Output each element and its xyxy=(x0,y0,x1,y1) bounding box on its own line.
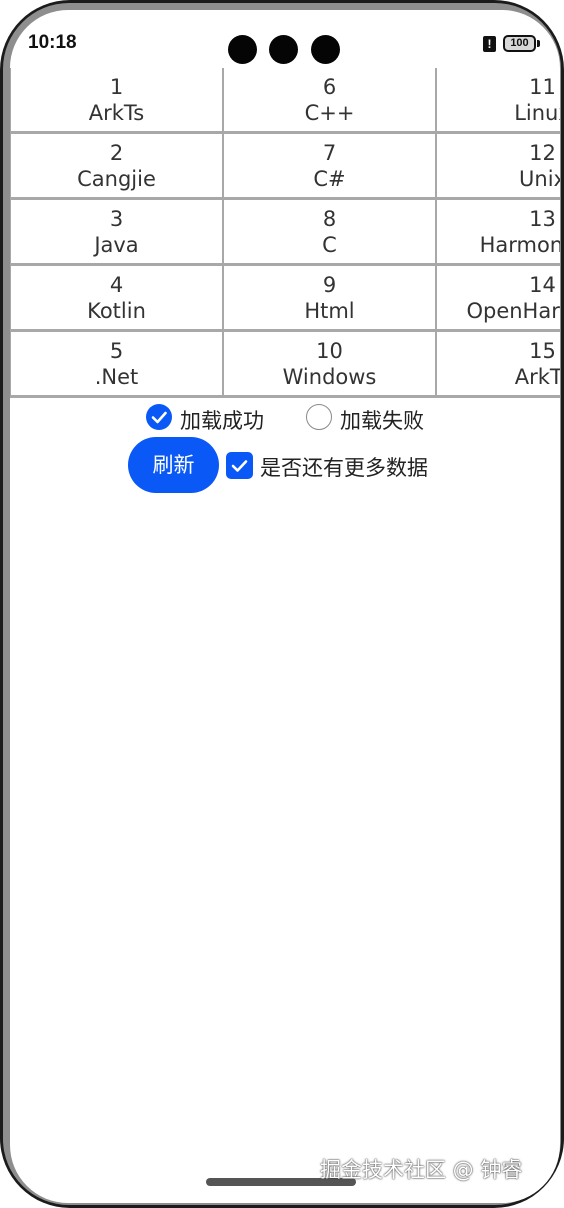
watermark-text: 掘金技术社区 @ 钟睿 xyxy=(320,1158,523,1182)
grid-item-label: ArkTs xyxy=(514,365,560,389)
grid-item[interactable]: 15ArkTs xyxy=(437,332,560,395)
action-row: 刷新 是否还有更多数据 xyxy=(10,437,560,495)
load-fail-label[interactable]: 加载失败 xyxy=(340,405,424,435)
grid-item-label: HarmonyOS xyxy=(479,233,560,257)
battery-icon: 100 xyxy=(503,35,536,52)
load-success-label[interactable]: 加载成功 xyxy=(180,405,264,435)
has-more-checkbox[interactable] xyxy=(226,452,253,479)
grid-item-number: 6 xyxy=(322,75,337,99)
alert-icon: ! xyxy=(483,36,496,52)
grid-item-number: 7 xyxy=(322,141,337,165)
grid-item-number: 3 xyxy=(109,207,124,231)
grid-item-number: 14 xyxy=(529,273,556,297)
grid-item-number: 13 xyxy=(529,207,556,231)
grid-item-number: 8 xyxy=(322,207,337,231)
grid-item-label: OpenHarmony xyxy=(466,299,560,323)
grid-item-number: 1 xyxy=(109,75,124,99)
grid-item-number: 15 xyxy=(529,339,556,363)
grid-item-number: 4 xyxy=(109,273,124,297)
camera-icon xyxy=(269,35,298,64)
grid-item[interactable]: 10 Windows xyxy=(224,332,435,395)
load-success-radio[interactable] xyxy=(146,404,172,430)
load-result-options: 加载成功 加载失败 xyxy=(10,399,560,435)
grid-item[interactable]: 4 Kotlin xyxy=(11,266,222,329)
grid-item-number: 2 xyxy=(109,141,124,165)
grid-item[interactable]: 8C xyxy=(224,200,435,263)
device-bezel: 10:18 ! 100 1ArkTs 6C++ 11Linux 2Cangjie… xyxy=(3,3,561,1205)
grid-item-label: ArkTs xyxy=(88,101,145,125)
grid-item[interactable]: 6 C++ xyxy=(224,68,435,131)
grid-item-label: Unix xyxy=(519,167,560,191)
status-bar: 10:18 ! 100 xyxy=(10,10,560,68)
refresh-button[interactable]: 刷新 xyxy=(128,437,219,493)
grid-item[interactable]: 2 Cangjie xyxy=(11,134,222,197)
check-icon xyxy=(151,411,167,424)
grid-item-label: C xyxy=(322,233,337,257)
grid-item-number: 9 xyxy=(322,273,337,297)
grid-item[interactable]: 7 C# xyxy=(224,134,435,197)
grid-item-label: Kotlin xyxy=(87,299,146,323)
grid-item-label: C++ xyxy=(304,101,355,125)
grid-item[interactable]: 14OpenHarmony xyxy=(437,266,560,329)
grid-item-label: Linux xyxy=(514,101,560,125)
status-time: 10:18 xyxy=(28,32,77,53)
grid-item-label: .Net xyxy=(94,365,139,389)
grid-item[interactable]: 11Linux xyxy=(437,68,560,131)
language-grid: 1ArkTs 6C++ 11Linux 2Cangjie 7C# 12Unix … xyxy=(10,68,560,398)
grid-item[interactable]: 12 Unix xyxy=(437,134,560,197)
grid-item-label: Cangjie xyxy=(77,167,156,191)
grid-item[interactable]: 5 .Net xyxy=(11,332,222,395)
grid-item-number: 5 xyxy=(109,339,124,363)
grid-item[interactable]: 3 Java xyxy=(11,200,222,263)
battery-tip xyxy=(537,40,540,47)
grid-item[interactable]: 9 Html xyxy=(224,266,435,329)
screen: 10:18 ! 100 1ArkTs 6C++ 11Linux 2Cangjie… xyxy=(10,10,560,1203)
grid-item-number: 11 xyxy=(529,75,556,99)
grid-item-number: 12 xyxy=(529,141,556,165)
grid-item[interactable]: 1 ArkTs xyxy=(11,68,222,131)
camera-icon xyxy=(228,35,257,64)
grid-item[interactable]: 13HarmonyOS xyxy=(437,200,560,263)
camera-icon xyxy=(311,35,340,64)
load-fail-radio[interactable] xyxy=(306,404,332,430)
grid-item-label: Windows xyxy=(282,365,377,389)
grid-item-label: C# xyxy=(313,167,346,191)
has-more-label[interactable]: 是否还有更多数据 xyxy=(260,452,428,482)
grid-item-number: 10 xyxy=(316,339,343,363)
grid-item-label: Html xyxy=(304,299,355,323)
device-frame: 10:18 ! 100 1ArkTs 6C++ 11Linux 2Cangjie… xyxy=(0,0,564,1208)
check-icon xyxy=(231,460,248,472)
grid-item-label: Java xyxy=(94,233,139,257)
